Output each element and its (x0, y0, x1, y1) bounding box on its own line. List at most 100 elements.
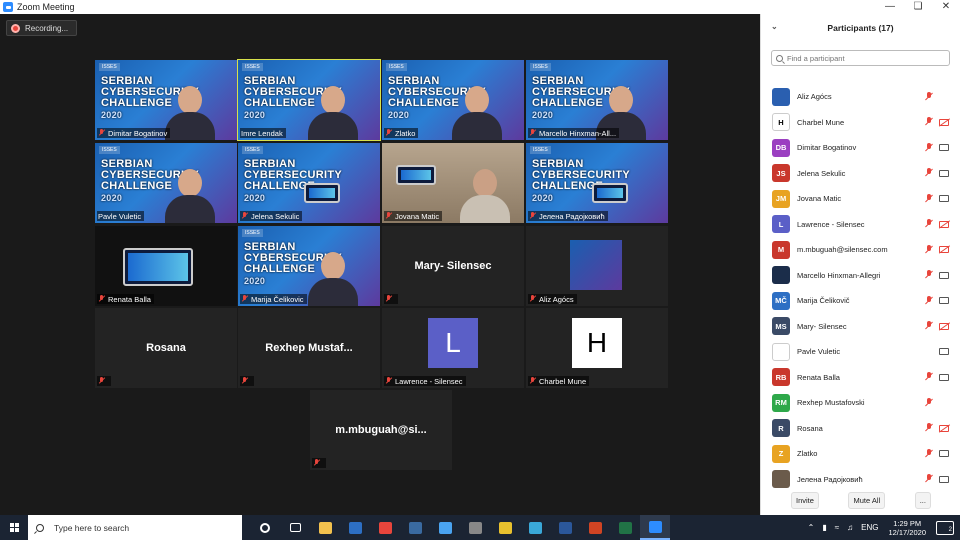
participant-row[interactable]: Marcello Hinxman-Allegri (761, 263, 960, 288)
muted-mic-icon[interactable] (925, 91, 933, 102)
muted-mic-icon[interactable] (925, 168, 933, 178)
paint-icon[interactable] (520, 515, 550, 540)
video-off-icon[interactable] (939, 246, 949, 253)
close-icon[interactable]: ✕ (932, 0, 960, 14)
video-tile[interactable]: ISSES SERBIAN CYBERSECURITY CHALLENGE 2020… (238, 226, 380, 306)
taskbar-search[interactable]: Type here to search (28, 515, 242, 540)
video-off-icon[interactable] (939, 220, 949, 228)
muted-mic-icon[interactable] (925, 270, 933, 280)
windows-start-icon[interactable] (0, 515, 28, 540)
video-tile[interactable]: ISSES SERBIAN CYBERSECURITY CHALLENGE 2020… (382, 60, 524, 140)
chevron-up-icon[interactable]: ⌃ (808, 523, 815, 532)
muted-mic-icon[interactable] (925, 423, 933, 433)
participant-search-input[interactable] (787, 53, 937, 63)
volume-icon[interactable]: ♫ (847, 523, 853, 532)
video-tile[interactable]: ISSES SERBIAN CYBERSECURITY CHALLENGE 2020… (95, 143, 237, 223)
video-tile[interactable]: L Lawrence - Silensec (382, 308, 524, 388)
video-tile[interactable]: ISSES SERBIAN CYBERSECURITY CHALLENGE 2020… (95, 60, 237, 140)
participant-row[interactable]: R Rosana (761, 416, 960, 441)
participant-row[interactable]: Pavle Vuletic (761, 339, 960, 364)
video-icon[interactable] (939, 169, 949, 177)
muted-mic-icon[interactable] (925, 193, 933, 204)
muted-mic-icon[interactable] (925, 474, 933, 484)
participant-video (165, 165, 215, 223)
recording-indicator[interactable]: Recording... (6, 20, 78, 36)
participant-row[interactable]: JS Jelena Sekulic (761, 161, 960, 186)
video-icon[interactable] (939, 373, 949, 381)
participant-row[interactable]: Mm.mbuguah@silensec.com (761, 237, 960, 262)
video-tile[interactable]: Aliz Agócs (526, 226, 668, 306)
video-tile[interactable]: ISSES SERBIAN CYBERSECURITY CHALLENGE 2020… (526, 60, 668, 140)
chevron-down-icon[interactable]: ⌄ (771, 22, 778, 31)
video-tile[interactable]: Mary- Silensec (382, 226, 524, 306)
muted-mic-icon[interactable] (925, 117, 933, 127)
participant-row[interactable]: Aliz Agócs (761, 84, 960, 109)
opera-icon[interactable] (370, 515, 400, 540)
video-icon[interactable] (939, 297, 949, 304)
video-icon[interactable] (939, 195, 949, 202)
notification-count: 2 (948, 526, 952, 533)
language-indicator[interactable]: ENG (861, 523, 878, 532)
participant-avatar: L (772, 215, 790, 233)
video-off-icon[interactable] (939, 424, 949, 432)
more-button[interactable]: ... (914, 491, 931, 509)
powerpoint-icon[interactable] (580, 515, 610, 540)
video-icon[interactable] (939, 450, 949, 457)
muted-mic-icon[interactable] (925, 321, 933, 331)
muted-mic-icon[interactable] (925, 372, 933, 382)
video-icon[interactable] (939, 144, 949, 151)
muted-mic-icon[interactable] (925, 295, 933, 306)
word-icon[interactable] (550, 515, 580, 540)
muted-mic-icon[interactable] (925, 142, 933, 153)
muted-mic-icon[interactable] (925, 397, 933, 408)
participant-row[interactable]: RM Rexhep Mustafovski (761, 390, 960, 415)
participant-row[interactable]: H Charbel Mune (761, 110, 960, 135)
video-icon[interactable] (939, 271, 949, 279)
participant-search[interactable] (771, 50, 950, 66)
video-off-icon[interactable] (939, 118, 949, 126)
wifi-icon[interactable]: ≈ (835, 523, 839, 532)
tile-name-label (384, 294, 398, 304)
mute-all-button[interactable]: Mute All (848, 491, 886, 509)
video-tile[interactable]: Rosana (95, 308, 237, 388)
clock[interactable]: 1:29 PM 12/17/2020 (888, 519, 926, 537)
video-off-icon[interactable] (939, 322, 949, 330)
video-tile[interactable]: Jovana Matic (382, 143, 524, 223)
video-tile[interactable]: ISSES SERBIAN CYBERSECURITY CHALLENGE 2020… (237, 59, 381, 141)
minimize-icon[interactable]: — (876, 0, 904, 14)
invite-button[interactable]: Invite (791, 491, 819, 509)
notification-icon[interactable]: 2 (936, 520, 954, 535)
restore-icon[interactable]: ❏ (904, 0, 932, 14)
zoom-icon[interactable] (640, 515, 670, 540)
video-tile[interactable]: m.mbuguah@si... (310, 390, 452, 470)
media-icon[interactable] (460, 515, 490, 540)
muted-mic-icon (241, 212, 248, 220)
participant-row[interactable]: RB Renata Balla (761, 365, 960, 390)
video-tile[interactable]: Renata Balla (95, 226, 237, 306)
video-icon[interactable] (939, 348, 949, 355)
participant-row[interactable]: Z Zlatko (761, 441, 960, 466)
muted-mic-icon[interactable] (925, 244, 933, 255)
participant-row[interactable]: L Lawrence - Silensec (761, 212, 960, 237)
excel-icon[interactable] (610, 515, 640, 540)
participant-row[interactable]: JM Jovana Matic (761, 186, 960, 211)
save-app-icon[interactable] (340, 515, 370, 540)
muted-mic-icon[interactable] (925, 448, 933, 459)
participant-row[interactable]: MČ Marija Čelikovič (761, 288, 960, 313)
muted-mic-icon[interactable] (925, 219, 933, 229)
muted-mic-icon (385, 295, 392, 303)
onedrive-icon[interactable] (430, 515, 460, 540)
video-tile[interactable]: ISSES SERBIAN CYBERSECURITY CHALLENGE 2020… (238, 143, 380, 223)
file-explorer-icon[interactable] (310, 515, 340, 540)
video-tile[interactable]: ISSES SERBIAN CYBERSECURITY CHALLENGE 2020… (526, 143, 668, 223)
battery-icon[interactable]: ▮ (822, 523, 826, 532)
video-icon[interactable] (939, 475, 949, 483)
task-view-icon[interactable] (280, 515, 310, 540)
cortana-icon[interactable] (250, 515, 280, 540)
bolt-app-icon[interactable] (490, 515, 520, 540)
video-tile[interactable]: H Charbel Mune (526, 308, 668, 388)
video-tile[interactable]: Rexhep Mustaf... (238, 308, 380, 388)
participant-row[interactable]: DB Dimitar Bogatinov (761, 135, 960, 160)
participant-row[interactable]: MS Mary- Silensec (761, 314, 960, 339)
steam-icon[interactable] (400, 515, 430, 540)
